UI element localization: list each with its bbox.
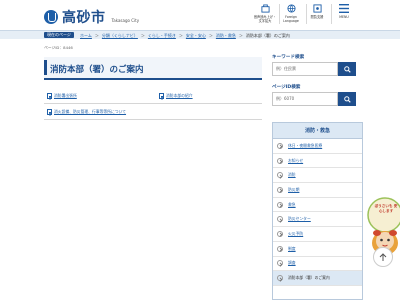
chevron-right-icon — [277, 186, 283, 193]
logo-subtitle: Takasago City — [111, 17, 140, 23]
page-title: 消防本部（署）のご案内 — [50, 65, 144, 75]
settings-icon — [312, 2, 322, 15]
chevron-right-icon — [277, 216, 283, 223]
breadcrumb-separator: ＞ — [94, 32, 99, 38]
category-menu: 消防・救急 休日・夜間救急医療 お知らせ 消防 防災期 救急 防災センター 火災… — [272, 122, 363, 300]
menu-button[interactable]: MENU — [332, 2, 356, 26]
keyword-search-title: キーワード検索 — [272, 55, 305, 60]
menu-item-label: 火災予防 — [288, 230, 304, 236]
menu-item-label: 制度 — [288, 245, 296, 251]
city-emblem-icon — [44, 10, 58, 24]
language-button-label: Foreign Language — [283, 15, 299, 23]
menu-item[interactable]: 休日・夜間救急医療 — [273, 139, 362, 154]
page-icon — [47, 93, 52, 99]
keyword-search-input[interactable]: 例）住民票 — [272, 62, 338, 76]
breadcrumb-link[interactable]: くらし・手続き — [148, 33, 176, 38]
page-icon — [47, 109, 52, 115]
page-id: ページID：8446 — [44, 45, 73, 50]
menu-item-label: 救急 — [288, 201, 296, 207]
content-link[interactable]: 消防署出張所 — [47, 93, 77, 99]
page-title-box: 消防本部（署）のご案内 — [44, 57, 262, 80]
breadcrumb-current: 消防本部（署）のご案内 — [245, 32, 290, 38]
menu-item[interactable]: 火災予防 — [273, 227, 362, 242]
hamburger-icon — [339, 2, 349, 15]
content-link[interactable]: 消火設備、防災管理、行事等等所について — [47, 109, 126, 115]
menu-item-label: お知らせ — [288, 157, 304, 163]
breadcrumb-separator: ＞ — [140, 32, 145, 38]
search-icon — [343, 65, 351, 73]
back-to-top-button[interactable] — [373, 247, 393, 267]
language-button[interactable]: Foreign Language — [279, 2, 303, 26]
breadcrumb-items: ホーム＞ 分類（くらしナビ）＞ くらし・手続き＞ 安全・安心＞ 消防・救急＞ 消… — [80, 33, 290, 38]
menu-item-label: 防災センター — [288, 216, 311, 222]
content-link-text[interactable]: 消防署出張所 — [54, 93, 77, 99]
accessibility-button[interactable]: 閲覧支援 — [305, 2, 329, 26]
site-logo[interactable]: 高砂市 Takasago City — [44, 7, 139, 27]
page-icon — [159, 93, 164, 99]
breadcrumb-link[interactable]: 分類（くらしナビ） — [102, 33, 138, 38]
pageid-search-button[interactable] — [338, 92, 356, 106]
breadcrumb-separator: ＞ — [238, 32, 243, 38]
chevron-right-icon — [277, 142, 283, 149]
breadcrumb-link[interactable]: 消防・救急 — [216, 33, 236, 38]
menu-item[interactable]: 調査 — [273, 257, 362, 272]
keyword-search-button[interactable] — [338, 62, 356, 76]
mascot-speech: ぼうさいも 安心します — [374, 204, 398, 213]
site-header: 高砂市 Takasago City 音声読み上げ・文字拡大 Foreign La… — [0, 0, 400, 30]
globe-icon — [286, 2, 296, 15]
chevron-right-icon — [277, 157, 283, 164]
breadcrumb-separator: ＞ — [208, 32, 213, 38]
divider — [44, 119, 262, 120]
content-link-text[interactable]: 消防本部の紹介 — [166, 93, 193, 99]
menu-item[interactable]: お知らせ — [273, 154, 362, 169]
menu-item-active[interactable]: 消防本部（署）のご案内 — [273, 271, 362, 286]
chevron-right-icon — [277, 172, 283, 179]
chevron-right-icon — [277, 260, 283, 267]
menu-item-label: 防災期 — [288, 186, 300, 192]
breadcrumb-link[interactable]: ホーム — [80, 33, 92, 38]
menu-item[interactable]: 防災センター — [273, 212, 362, 228]
chevron-right-icon — [277, 201, 283, 208]
category-menu-title: 消防・救急 — [273, 123, 362, 139]
breadcrumb-link[interactable]: 安全・安心 — [186, 33, 206, 38]
menu-item[interactable]: 救急 — [273, 198, 362, 213]
divider — [44, 103, 262, 104]
content-link[interactable]: 消防本部の紹介 — [159, 93, 193, 99]
accessibility-button-label: 閲覧支援 — [310, 15, 324, 19]
menu-button-label: MENU — [339, 15, 349, 19]
menu-item-label: 調査 — [288, 260, 296, 266]
menu-item[interactable]: 制度 — [273, 242, 362, 257]
breadcrumb-separator: ＞ — [178, 32, 183, 38]
pageid-search-input[interactable]: 例）6070 — [272, 92, 338, 106]
breadcrumb-label: 現在のページ — [44, 32, 74, 38]
menu-item-label: 消防本部（署）のご案内 — [288, 275, 330, 281]
menu-item-label: 休日・夜間救急医療 — [288, 142, 323, 148]
content-link-text[interactable]: 消火設備、防災管理、行事等等所について — [54, 109, 126, 115]
logo-text: 高砂市 — [62, 10, 106, 26]
pageid-search-title: ページID検索 — [272, 85, 301, 90]
chevron-right-icon — [277, 245, 283, 252]
chevron-right-icon — [277, 230, 283, 237]
menu-item[interactable]: 防災期 — [273, 183, 362, 198]
chevron-right-icon — [277, 275, 283, 282]
menu-item-label: 消防 — [288, 172, 296, 178]
speaker-icon — [260, 2, 270, 15]
arrow-up-icon — [379, 252, 387, 261]
breadcrumb: 現在のページ ホーム＞ 分類（くらしナビ）＞ くらし・手続き＞ 安全・安心＞ 消… — [0, 30, 400, 39]
search-icon — [343, 95, 351, 103]
speech-button[interactable]: 音声読み上げ・文字拡大 — [253, 2, 277, 26]
menu-item[interactable]: 消防 — [273, 168, 362, 184]
speech-button-label: 音声読み上げ・文字拡大 — [253, 15, 277, 23]
